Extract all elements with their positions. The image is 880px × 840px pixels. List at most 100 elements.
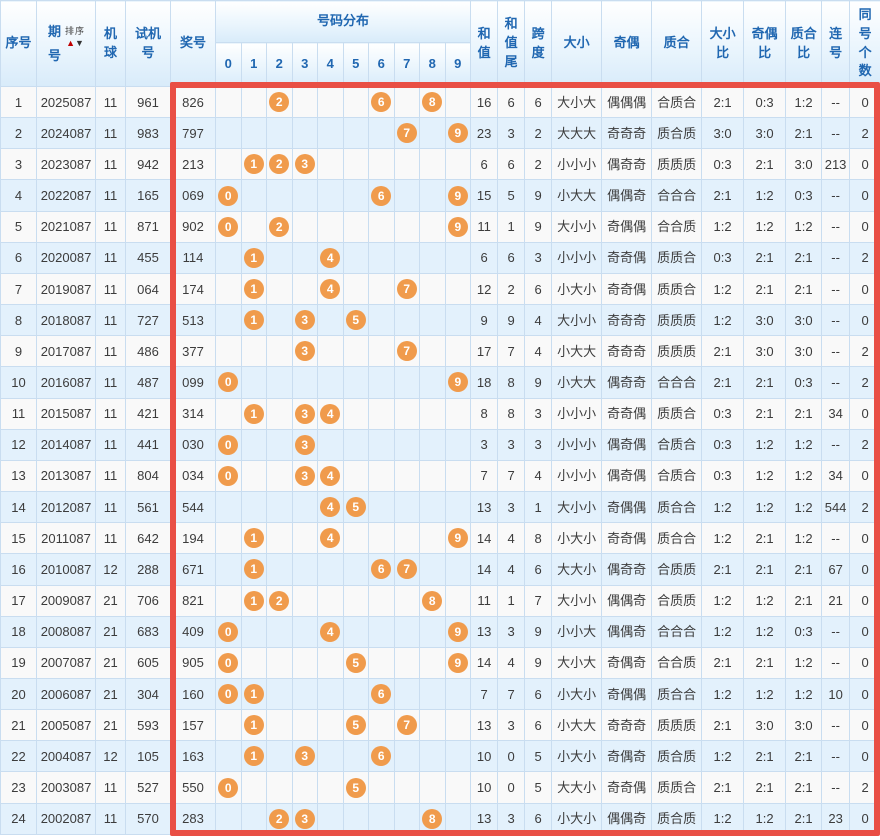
prime-pattern-cell: 合合质 [651,210,703,243]
sum-cell: 14 [470,522,499,555]
digit-cell [266,771,293,804]
digit-cell: 2 [266,85,293,119]
prize-number-cell: 821 [170,584,216,617]
col-header-sum-tail: 和值尾 [497,0,526,87]
prize-number-cell: 550 [170,771,216,804]
col-header-machine: 机球 [95,0,126,87]
test-number-cell: 441 [125,428,171,461]
digit-cell: 1 [240,397,267,430]
digit-cell [419,241,446,274]
digit-ball: 9 [447,123,468,144]
digit-cell [266,615,293,648]
digit-cell [317,179,344,212]
digit-cell: 5 [342,771,369,804]
table-row: 4 2022087 11 165 069 0 6 9 15 5 9 小大大 偶偶奇 合合合 2:1 1:2 0:… [0,179,880,212]
digit-cell: 8 [419,85,446,119]
digit-ball: 1 [243,403,264,424]
consecutive-cell: -- [821,179,851,212]
digit-cell: 0 [215,459,242,493]
span-cell: 2 [524,117,553,150]
parity-pattern-cell: 奇奇偶 [601,272,653,306]
digit-cell: 6 [368,740,395,773]
seq-cell: 14 [0,491,37,524]
period-cell: 2004087 [36,740,96,773]
consecutive-cell: -- [821,740,851,773]
digit-ball: 5 [345,652,366,673]
size-pattern-cell: 小大大 [551,366,603,399]
table-row: 1 2025087 11 961 826 2 6 8 16 6 6 大小大 偶偶偶 合质合 2:1 0:3 1:… [0,85,880,119]
sort-asc-icon[interactable]: ▲ [66,38,75,48]
digit-cell [291,272,318,306]
size-ratio-cell: 1:2 [701,491,745,524]
digit-cell [215,709,242,742]
machine-cell: 11 [95,241,126,274]
digit-cell: 1 [240,148,267,181]
digit-cell [393,740,420,773]
digit-cell [444,397,472,430]
size-pattern-cell: 小大小 [551,802,603,835]
digit-ball: 1 [243,528,264,549]
sum-cell: 13 [470,615,499,648]
size-pattern-cell: 大小小 [551,584,603,617]
digit-cell [317,646,344,679]
test-number-cell: 486 [125,335,171,368]
digit-cell [240,85,267,119]
digit-cell [342,272,369,306]
digit-cell [393,802,420,835]
digit-cell: 8 [419,584,446,617]
test-number-cell: 942 [125,148,171,181]
machine-cell: 11 [95,272,126,306]
prime-pattern-cell: 质质合 [651,241,703,274]
prime-pattern-cell: 质合合 [651,491,703,524]
digit-cell [291,117,318,150]
prime-ratio-cell: 1:2 [785,522,823,555]
table-row: 21 2005087 21 593 157 1 5 7 13 3 6 小大大 奇奇奇 质质质 2:1 3:0 3… [0,709,880,742]
digit-ball: 9 [447,621,468,642]
consecutive-cell: 213 [821,148,851,181]
sum-tail-cell: 1 [497,584,526,617]
sum-tail-cell: 6 [497,85,526,119]
digit-cell [291,85,318,119]
digit-ball: 5 [345,310,366,331]
prize-number-cell: 034 [170,459,216,493]
prime-pattern-cell: 合合合 [651,179,703,212]
digit-cell [419,304,446,337]
digit-cell [240,459,267,493]
size-ratio-cell: 1:2 [701,677,745,711]
period-cell: 2015087 [36,397,96,430]
digit-cell [215,491,242,524]
sort-control[interactable]: 排序 ▲▼ [65,25,85,47]
digit-ball: 7 [396,279,417,300]
seq-cell: 22 [0,740,37,773]
col-header-parity: 奇偶 [601,0,653,87]
prime-pattern-cell: 质质质 [651,709,703,742]
parity-ratio-cell: 1:2 [743,677,787,711]
digit-ball: 6 [371,92,392,113]
machine-cell: 21 [95,709,126,742]
size-ratio-cell: 0:3 [701,397,745,430]
digit-cell: 4 [317,241,344,274]
sort-desc-icon[interactable]: ▼ [75,38,84,48]
digit-cell [317,210,344,243]
digit-ball: 2 [269,590,290,611]
seq-cell: 15 [0,522,37,555]
digit-cell: 9 [444,117,472,150]
consecutive-cell: -- [821,709,851,742]
table-row: 7 2019087 11 064 174 1 4 7 12 2 6 小大小 奇奇偶 质质合 1:2 2:1 2:… [0,272,880,306]
digit-cell [342,335,369,368]
digit-cell [215,553,242,586]
prize-number-cell: 030 [170,428,216,461]
digit-cell [240,179,267,212]
test-number-cell: 288 [125,553,171,586]
digit-cell [266,709,293,742]
size-pattern-cell: 大小大 [551,85,603,119]
same-count-cell: 0 [849,522,880,555]
digit-cell: 7 [393,709,420,742]
table-row: 22 2004087 12 105 163 1 3 6 10 0 5 小大小 奇偶奇 质合质 1:2 2:1 2… [0,740,880,773]
digit-cell [266,491,293,524]
digit-cell [215,117,242,150]
digit-cell [342,366,369,399]
digit-ball: 8 [422,92,443,113]
digit-cell: 7 [393,335,420,368]
sum-tail-cell: 3 [497,709,526,742]
